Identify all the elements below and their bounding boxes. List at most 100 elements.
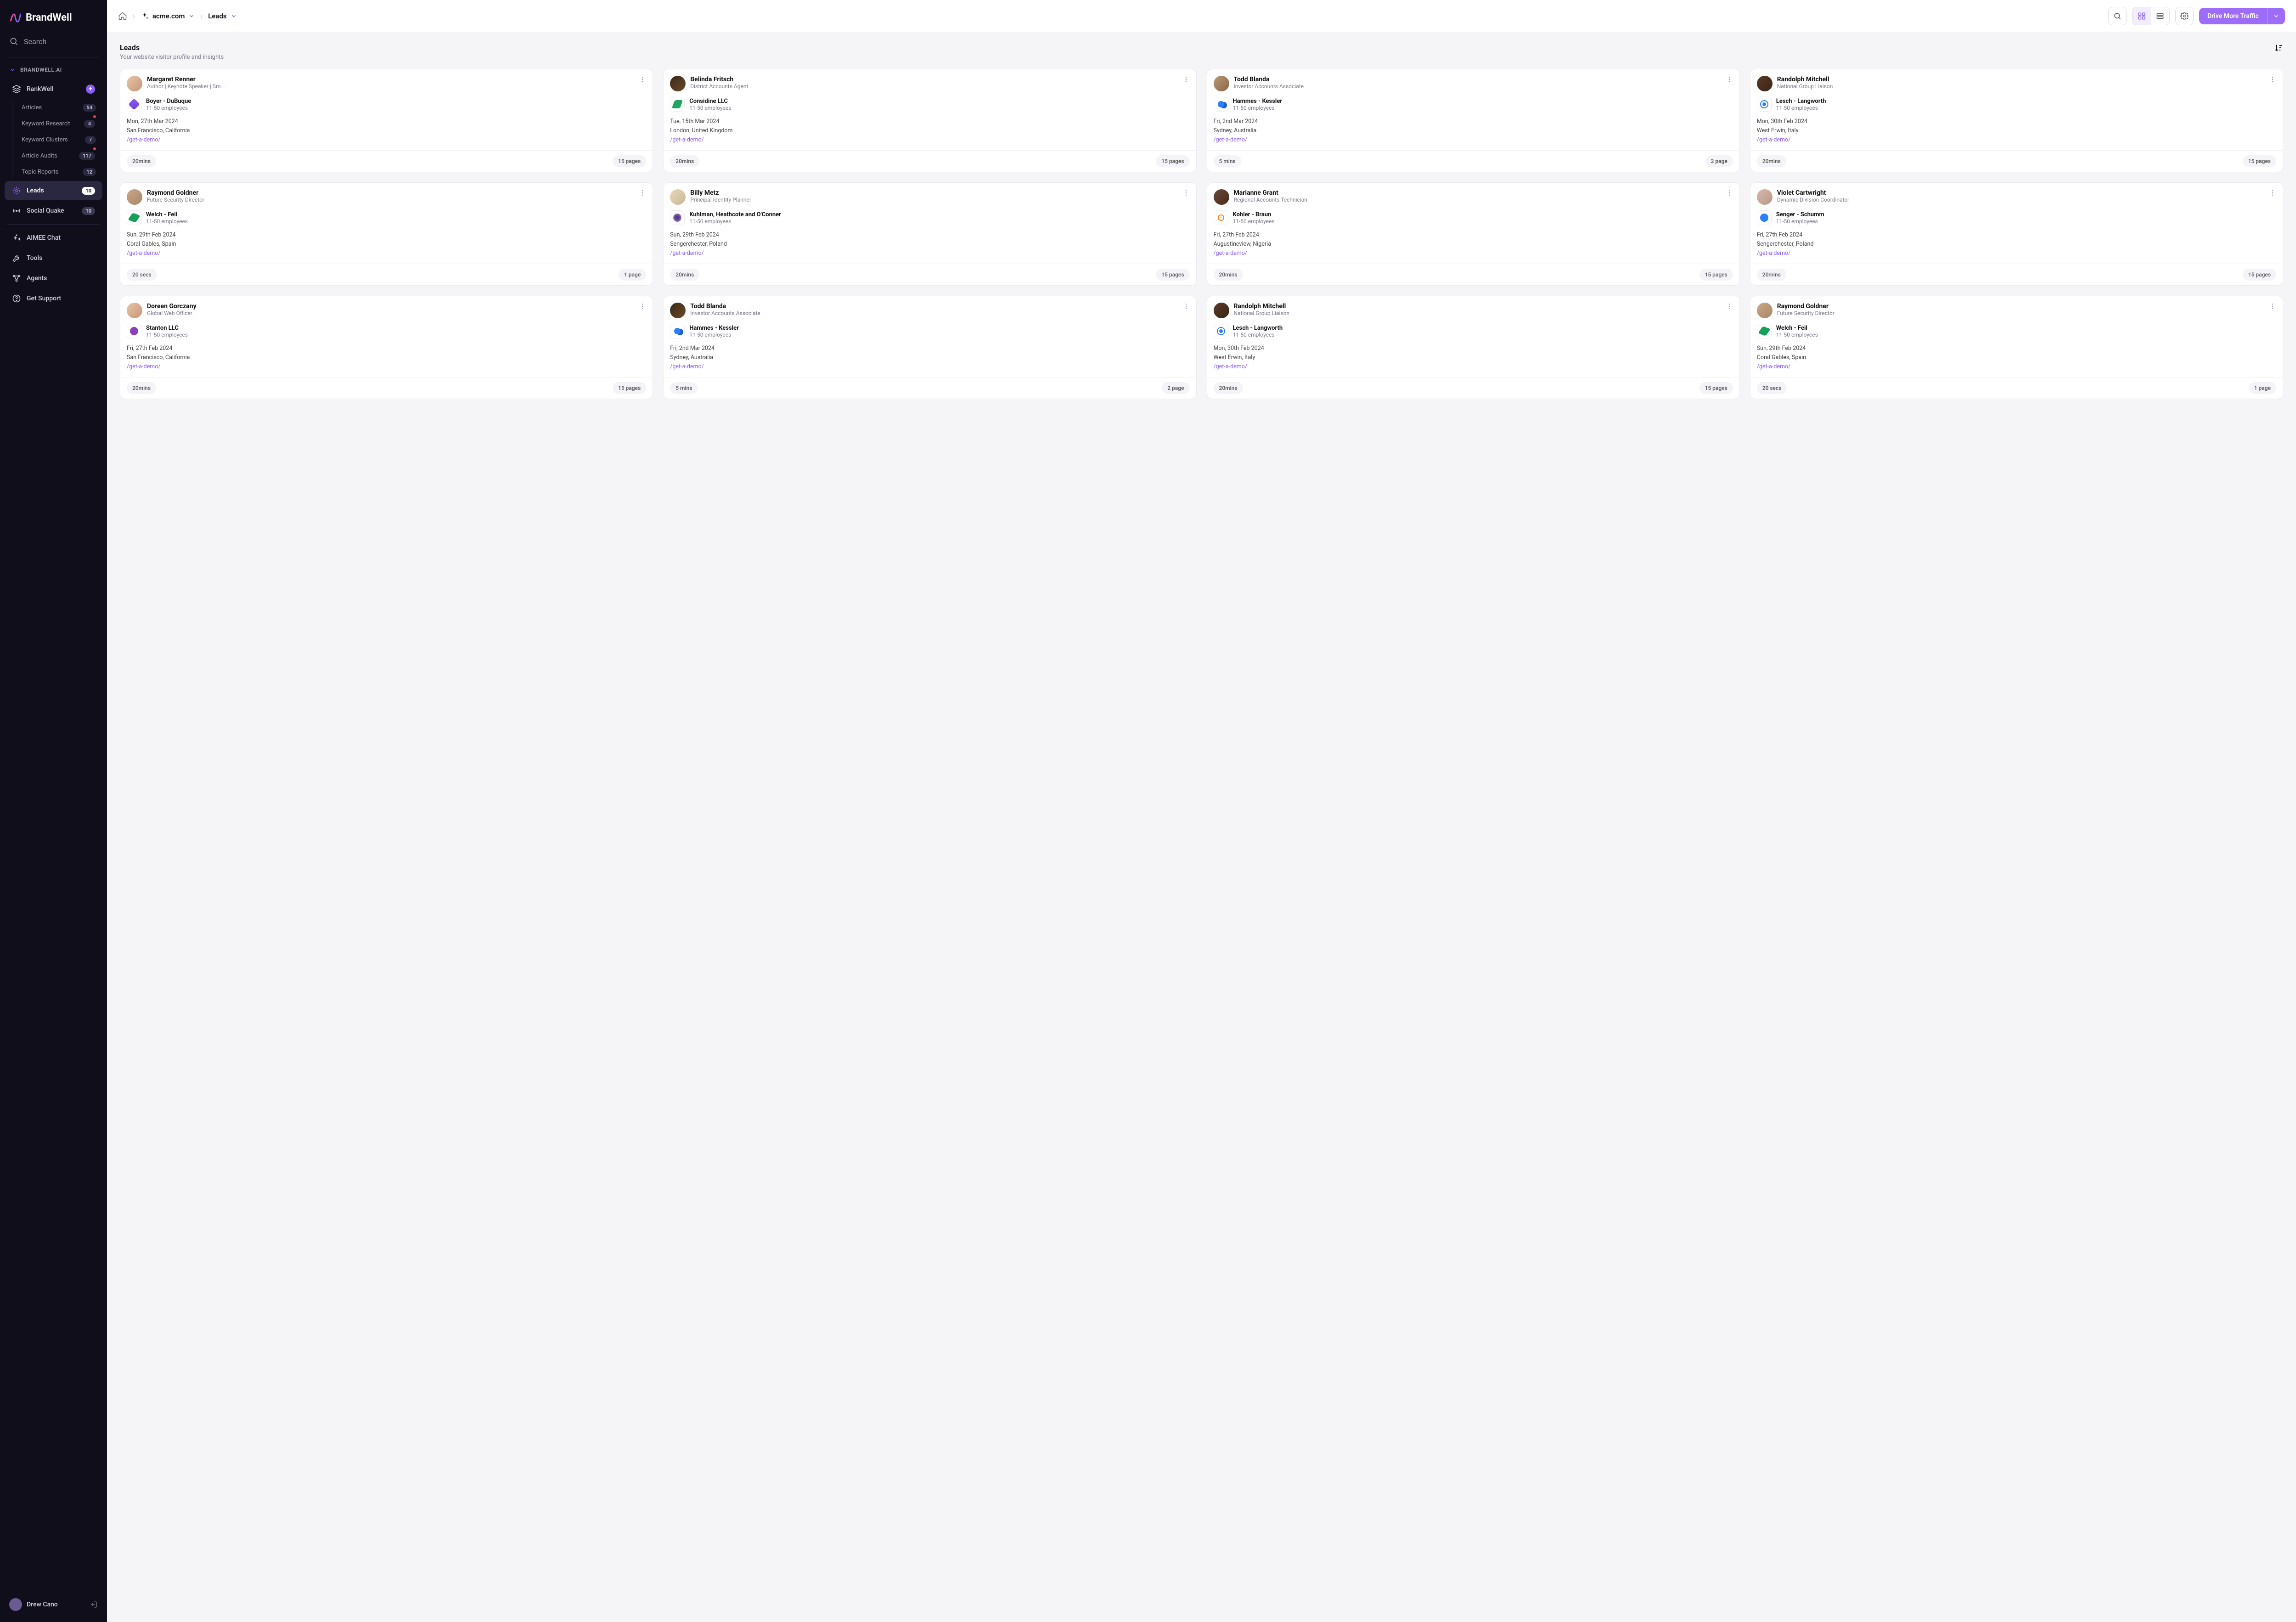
nav-support[interactable]: Get Support	[5, 289, 102, 308]
lead-card[interactable]: Todd Blanda Investor Accounts Associate …	[663, 296, 1196, 399]
user-avatar	[9, 1598, 22, 1611]
subnav-articles[interactable]: Articles 54	[12, 100, 102, 116]
company-logo	[1214, 324, 1228, 338]
company-size: 11-50 employees	[1233, 105, 1733, 111]
subnav-article-audits[interactable]: Article Audits 117	[12, 148, 102, 164]
notification-dot-icon	[93, 147, 96, 150]
more-icon[interactable]	[1726, 189, 1733, 197]
lead-avatar	[670, 303, 686, 318]
lead-avatar	[670, 76, 686, 91]
subnav-keyword-research[interactable]: Keyword Research 4	[12, 116, 102, 132]
section-header[interactable]: BRANDWELL.AI	[0, 61, 107, 79]
company-name: Kuhlman, Heathcote and O'Conner	[689, 211, 1189, 218]
company-size: 11-50 employees	[1776, 105, 2276, 111]
company-name: Boyer - DuBuque	[146, 98, 646, 105]
more-icon[interactable]	[1726, 76, 1733, 83]
more-icon[interactable]	[2269, 189, 2276, 197]
lead-role: National Group Liaison	[1234, 310, 1721, 316]
settings-button[interactable]	[2175, 7, 2194, 25]
list-icon	[2156, 12, 2164, 20]
lead-path: /get-a-demo/	[1757, 135, 2276, 145]
cta-dropdown[interactable]	[2267, 8, 2285, 24]
lead-card[interactable]: Raymond Goldner Future Security Director…	[120, 182, 653, 286]
time-chip: 5 mins	[670, 382, 698, 394]
search-trigger[interactable]: Search	[0, 33, 107, 53]
pages-chip: 15 pages	[2243, 155, 2276, 167]
plus-badge-icon[interactable]: +	[86, 84, 95, 94]
company-logo	[127, 324, 141, 338]
home-icon[interactable]	[118, 11, 127, 21]
more-icon[interactable]	[1726, 303, 1733, 310]
lead-name: Randolph Mitchell	[1777, 76, 2264, 83]
search-icon	[9, 37, 18, 46]
more-icon[interactable]	[2269, 303, 2276, 310]
company-name: Stanton LLC	[146, 325, 646, 332]
user-name: Drew Cano	[27, 1601, 58, 1608]
nav-tools[interactable]: Tools	[5, 248, 102, 268]
lead-path: /get-a-demo/	[1757, 249, 2276, 258]
more-icon[interactable]	[2269, 76, 2276, 83]
nav-social-quake[interactable]: Social Quake 10	[5, 201, 102, 220]
main: › acme.com › Leads	[107, 0, 2296, 1622]
more-icon[interactable]	[639, 76, 646, 83]
lead-card[interactable]: Margaret Renner Author | Keynote Speaker…	[120, 69, 653, 172]
company-logo	[1757, 324, 1772, 338]
nav-agents[interactable]: Agents	[5, 269, 102, 288]
more-icon[interactable]	[639, 303, 646, 310]
grid-view-button[interactable]	[2133, 7, 2151, 25]
user-menu[interactable]: Drew Cano	[7, 1594, 100, 1615]
lead-card[interactable]: Marianne Grant Regional Accounts Technic…	[1207, 182, 1740, 286]
company-logo	[670, 210, 685, 225]
company-size: 11-50 employees	[1776, 218, 2276, 225]
brand-logo[interactable]: BrandWell	[0, 0, 107, 33]
breadcrumb-leaf[interactable]: Leads	[208, 12, 236, 20]
brand-name: BrandWell	[26, 12, 72, 23]
lead-location: West Erwin, Italy	[1214, 353, 1733, 362]
company-logo	[1214, 97, 1228, 112]
lead-date: Sun, 29th Feb 2024	[127, 231, 646, 240]
lead-date: Fri, 2nd Mar 2024	[670, 344, 1189, 353]
search-icon	[2113, 12, 2122, 20]
lead-avatar	[670, 189, 686, 205]
nav-aimee-chat[interactable]: AIMEE Chat	[5, 228, 102, 248]
lead-path: /get-a-demo/	[127, 362, 646, 372]
lead-card[interactable]: Randolph Mitchell National Group Liaison…	[1207, 296, 1740, 399]
lead-card[interactable]: Todd Blanda Investor Accounts Associate …	[1207, 69, 1740, 172]
view-toggle	[2132, 7, 2170, 25]
lead-location: Coral Gables, Spain	[127, 240, 646, 249]
company-size: 11-50 employees	[146, 332, 646, 338]
lead-role: Future Security Director	[147, 197, 634, 203]
subnav-topic-reports[interactable]: Topic Reports 12	[12, 164, 102, 180]
nav-rankwell[interactable]: RankWell +	[5, 79, 102, 99]
more-icon[interactable]	[1182, 76, 1190, 83]
lead-role: Investor Accounts Associate	[690, 310, 1177, 316]
lead-role: Future Security Director	[1777, 310, 2264, 316]
more-icon[interactable]	[1182, 189, 1190, 197]
lead-location: Augustineview, Nigeria	[1214, 240, 1733, 249]
lead-location: Coral Gables, Spain	[1757, 353, 2276, 362]
time-chip: 20 secs	[127, 269, 157, 281]
lead-location: Sengerchester, Poland	[1757, 240, 2276, 249]
more-icon[interactable]	[1182, 303, 1190, 310]
lead-card[interactable]: Randolph Mitchell National Group Liaison…	[1750, 69, 2283, 172]
list-view-button[interactable]	[2151, 7, 2169, 25]
lead-card[interactable]: Violet Cartwright Dynamic Division Coord…	[1750, 182, 2283, 286]
more-icon[interactable]	[639, 189, 646, 197]
subnav-keyword-clusters[interactable]: Keyword Clusters 7	[12, 132, 102, 148]
lead-name: Billy Metz	[690, 189, 1177, 197]
lead-path: /get-a-demo/	[670, 362, 1189, 372]
logout-icon[interactable]	[90, 1600, 98, 1609]
lead-card[interactable]: Belinda Fritsch District Accounts Agent …	[663, 69, 1196, 172]
breadcrumb-site[interactable]: acme.com	[141, 12, 195, 20]
pages-chip: 15 pages	[613, 382, 646, 394]
cta-drive-traffic[interactable]: Drive More Traffic	[2199, 8, 2285, 24]
lead-card[interactable]: Doreen Gorczany Global Web Officer Stant…	[120, 296, 653, 399]
lead-name: Margaret Renner	[147, 76, 634, 83]
lead-card[interactable]: Raymond Goldner Future Security Director…	[1750, 296, 2283, 399]
logo-mark-icon	[9, 11, 22, 24]
lead-card[interactable]: Billy Metz Principal Identity Planner Ku…	[663, 182, 1196, 286]
sort-icon[interactable]	[2274, 43, 2283, 52]
company-size: 11-50 employees	[689, 105, 1189, 111]
nav-leads[interactable]: Leads 10	[5, 181, 102, 200]
search-button[interactable]	[2108, 7, 2127, 25]
